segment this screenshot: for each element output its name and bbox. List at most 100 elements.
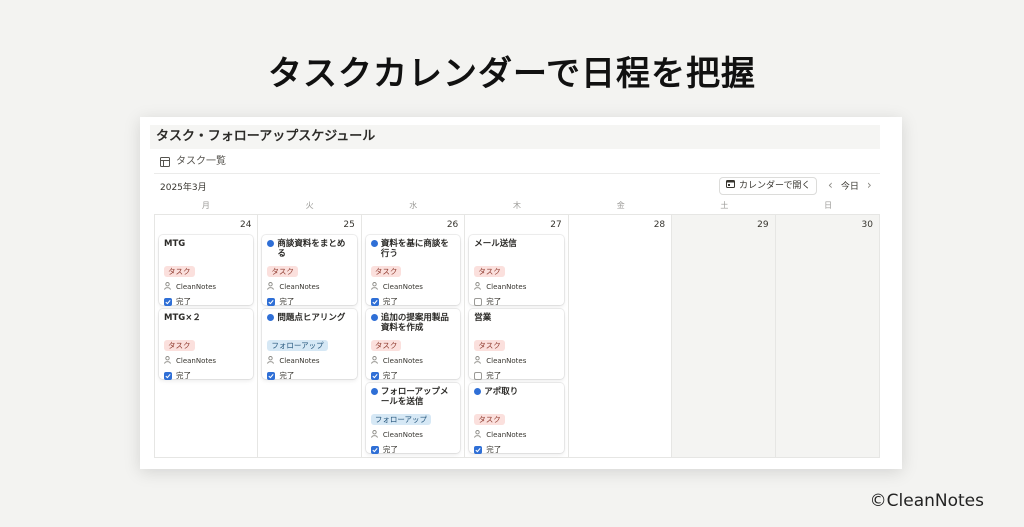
owner-name: CleanNotes — [382, 357, 423, 365]
done-label: 完了 — [279, 297, 295, 306]
task-title: 資料を基に商談を行う — [380, 239, 449, 259]
weekday-label: 土 — [720, 201, 729, 210]
calendar-grid: 24 MTG タスク CleanNotes 完了 MTG×２ タスク CleanNotes 完了… — [154, 214, 880, 458]
calendar-icon — [726, 178, 735, 194]
day-cell[interactable]: 26 資料を基に商談を行う タスク CleanNotes 完了 追加の提案用製品資料を作成… — [362, 215, 466, 457]
today-button[interactable]: 今日 — [841, 179, 859, 192]
day-cell[interactable]: 27 メール送信 タスク CleanNotes 完了 営業 タスク CleanNotes 完了ア… — [465, 215, 569, 457]
task-card[interactable]: 追加の提案用製品資料を作成タスク CleanNotes 完了 — [365, 309, 461, 381]
chevron-right-icon[interactable]: › — [867, 177, 872, 193]
done-label: 完了 — [382, 445, 398, 454]
done-property: 完了 — [370, 371, 455, 381]
task-card[interactable]: メール送信 タスク CleanNotes 完了 — [469, 235, 564, 306]
database-title[interactable]: タスク・フォローアップスケジュール — [150, 125, 880, 149]
task-card[interactable]: 営業 タスク CleanNotes 完了 — [469, 309, 564, 380]
day-cell[interactable]: 28 — [569, 215, 673, 457]
checked-checkbox[interactable] — [474, 446, 483, 454]
task-title: 問題点ヒアリング — [277, 313, 346, 323]
status-dot-icon — [267, 240, 275, 247]
done-property: 完了 — [474, 445, 558, 455]
task-title: メール送信 — [474, 239, 517, 249]
task-title-row: メール送信 — [474, 239, 558, 259]
task-title: 追加の提案用製品資料を作成 — [380, 313, 449, 333]
day-cell[interactable]: 25 商談資料をまとめる タスク CleanNotes 完了 問題点ヒアリング フォローアッ… — [258, 215, 362, 457]
unchecked-checkbox[interactable] — [474, 372, 483, 380]
task-title-row: 問題点ヒアリング — [267, 313, 351, 333]
person-icon — [267, 282, 275, 293]
done-label: 完了 — [486, 297, 502, 306]
checked-checkbox[interactable] — [164, 372, 172, 380]
task-card[interactable]: アポ取り タスク CleanNotes 完了 — [469, 383, 564, 455]
task-card[interactable]: フォローアップメールを送信フォローアップ CleanNotes 完了 — [365, 383, 461, 454]
table-icon — [160, 157, 170, 167]
weekday-label: 火 — [305, 201, 314, 210]
page-headline: タスクカレンダーで日程を把握 — [268, 54, 756, 94]
done-property: 完了 — [267, 371, 351, 381]
task-title-row: MTG — [164, 239, 248, 259]
checked-checkbox[interactable] — [267, 298, 276, 306]
task-title: 営業 — [474, 313, 492, 323]
task-title-row: 商談資料をまとめる — [267, 239, 351, 259]
day-cell[interactable]: 24 MTG タスク CleanNotes 完了 MTG×２ タスク CleanNotes 完了 — [155, 215, 259, 457]
status-dot-icon — [370, 314, 378, 321]
task-card[interactable]: 商談資料をまとめる タスク CleanNotes 完了 — [262, 235, 357, 306]
task-owner: CleanNotes — [164, 282, 248, 293]
checked-checkbox[interactable] — [267, 372, 276, 380]
task-owner: CleanNotes — [370, 430, 455, 441]
task-type-tag: タスク — [370, 266, 402, 277]
open-in-calendar-label: カレンダーで開く — [739, 181, 811, 191]
person-icon — [474, 282, 482, 293]
status-dot-icon — [370, 388, 378, 395]
weekday-label: 日 — [824, 201, 833, 210]
done-label: 完了 — [382, 371, 398, 380]
task-owner: CleanNotes — [370, 356, 455, 367]
task-type-tag: タスク — [164, 340, 195, 351]
owner-name: CleanNotes — [382, 283, 423, 291]
owner-name: CleanNotes — [382, 431, 423, 439]
checked-checkbox[interactable] — [370, 298, 379, 306]
day-cell[interactable]: 30 — [775, 215, 879, 457]
task-type-tag: フォローアップ — [370, 414, 432, 425]
day-number: 30 — [861, 220, 873, 230]
person-icon — [474, 430, 482, 441]
task-card[interactable]: MTG×２ タスク CleanNotes 完了 — [159, 309, 254, 381]
task-type-tag: タスク — [164, 266, 195, 277]
day-number: 25 — [343, 220, 355, 230]
task-owner: CleanNotes — [474, 356, 558, 367]
done-label: 完了 — [176, 297, 191, 306]
task-title-row: 追加の提案用製品資料を作成 — [370, 313, 455, 333]
task-title: フォローアップメールを送信 — [380, 387, 449, 407]
chevron-left-icon[interactable]: ‹ — [828, 177, 833, 193]
divider — [154, 173, 880, 174]
checked-checkbox[interactable] — [370, 372, 379, 380]
unchecked-checkbox[interactable] — [474, 298, 483, 306]
done-property: 完了 — [164, 371, 248, 381]
task-type-tag: タスク — [474, 414, 505, 425]
done-label: 完了 — [486, 371, 502, 380]
checked-checkbox[interactable] — [164, 298, 172, 306]
open-in-calendar-button[interactable]: カレンダーで開く — [719, 177, 818, 195]
day-number: 26 — [446, 220, 459, 230]
day-number: 27 — [550, 220, 562, 230]
person-icon — [267, 356, 275, 367]
day-cell[interactable]: 29 — [672, 215, 776, 457]
status-dot-icon — [474, 388, 482, 395]
checked-checkbox[interactable] — [370, 446, 379, 454]
status-dot-icon — [370, 240, 378, 247]
person-icon — [164, 282, 171, 293]
task-type-tag: タスク — [370, 340, 402, 351]
task-title: 商談資料をまとめる — [277, 239, 346, 259]
person-icon — [370, 282, 378, 293]
task-title-row: 営業 — [474, 313, 558, 333]
task-card[interactable]: MTG タスク CleanNotes 完了 — [159, 235, 254, 306]
day-number: 28 — [653, 220, 666, 230]
task-owner: CleanNotes — [164, 356, 248, 367]
task-card[interactable]: 問題点ヒアリング フォローアップ CleanNotes 完了 — [262, 309, 357, 381]
view-tab-task-list[interactable]: タスク一覧 — [160, 153, 226, 171]
task-title-row: フォローアップメールを送信 — [370, 387, 455, 407]
weekday-label: 月 — [201, 201, 210, 210]
task-card[interactable]: 資料を基に商談を行う タスク CleanNotes 完了 — [365, 235, 461, 306]
task-title-row: アポ取り — [474, 387, 558, 407]
task-type-tag: タスク — [267, 266, 298, 277]
person-icon — [474, 356, 482, 367]
